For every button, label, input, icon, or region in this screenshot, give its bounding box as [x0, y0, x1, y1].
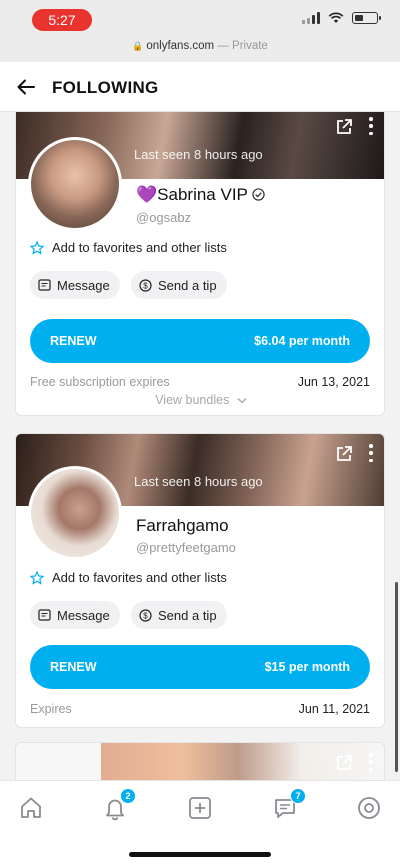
signal-icon — [302, 12, 320, 24]
verified-icon — [252, 188, 265, 201]
lock-icon: 🔒 — [132, 41, 144, 51]
bundles-label: View bundles — [155, 393, 230, 407]
creator-name[interactable]: 💜Sabrina VIP — [136, 185, 265, 205]
dollar-icon: $ — [139, 608, 152, 622]
back-arrow-icon[interactable] — [16, 77, 36, 97]
tip-label: Send a tip — [158, 607, 217, 623]
page-header: FOLLOWING — [0, 62, 400, 112]
more-options-icon[interactable] — [368, 444, 374, 462]
private-mode-label: Private — [232, 40, 268, 52]
creator-handle[interactable]: @ogsabz — [136, 210, 191, 225]
status-bar: 5:27 — [0, 0, 400, 36]
message-icon — [38, 608, 51, 621]
more-options-icon[interactable] — [368, 117, 374, 135]
creator-name-text: 💜Sabrina VIP — [136, 185, 248, 204]
following-list[interactable]: Last seen 8 hours ago 💜Sabrina VIP @ogsa… — [0, 112, 400, 780]
share-icon[interactable] — [334, 444, 354, 464]
favorites-label: Add to favorites and other lists — [52, 570, 227, 585]
message-icon — [38, 278, 51, 291]
url-bar[interactable]: 🔒 onlyfans.com — Private — [0, 36, 400, 60]
status-icons — [302, 12, 381, 24]
messages-tab[interactable]: 7 — [271, 788, 306, 822]
plus-square-icon[interactable] — [186, 794, 214, 822]
expire-date: Jun 11, 2021 — [298, 702, 370, 716]
home-icon[interactable] — [17, 794, 45, 822]
last-seen-text: Last seen 8 hours ago — [134, 147, 263, 162]
share-icon[interactable] — [334, 753, 354, 773]
battery-icon — [352, 12, 381, 24]
subscription-card: Last seen 8 hours ago Farrahgamo @pretty… — [15, 433, 385, 728]
price-label: $6.04 per month — [254, 334, 350, 348]
send-tip-button[interactable]: $ Send a tip — [131, 601, 227, 629]
last-seen-text: Last seen 8 hours ago — [134, 474, 263, 489]
svg-text:$: $ — [143, 281, 148, 290]
star-icon — [30, 240, 44, 255]
renew-button[interactable]: RENEW $15 per month — [30, 645, 370, 689]
add-to-favorites[interactable]: Add to favorites and other lists — [30, 570, 227, 585]
expiration-row: Expires Jun 11, 2021 — [30, 702, 370, 716]
notifications-tab[interactable]: 2 — [101, 788, 136, 822]
message-button[interactable]: Message — [30, 601, 120, 629]
price-label: $15 per month — [264, 660, 350, 674]
url-separator: — — [214, 40, 233, 52]
creator-handle[interactable]: @prettyfeetgamo — [136, 540, 236, 555]
message-button[interactable]: Message — [30, 271, 120, 299]
expire-label: Expires — [30, 702, 72, 716]
avatar[interactable] — [28, 466, 122, 560]
message-label: Message — [57, 607, 110, 623]
creator-name[interactable]: Farrahgamo — [136, 516, 229, 536]
dollar-icon: $ — [139, 278, 152, 292]
message-label: Message — [57, 277, 110, 293]
svg-text:$: $ — [143, 611, 148, 620]
more-options-icon[interactable] — [368, 753, 374, 771]
view-bundles-link[interactable]: View bundles — [16, 393, 384, 407]
expire-date: Jun 13, 2021 — [297, 375, 370, 389]
scrollbar[interactable] — [395, 582, 398, 772]
send-tip-button[interactable]: $ Send a tip — [131, 271, 227, 299]
home-indicator — [129, 852, 271, 857]
cover-image — [16, 743, 384, 780]
notifications-badge: 2 — [120, 788, 136, 804]
share-icon[interactable] — [334, 117, 354, 137]
subscription-card — [15, 742, 385, 780]
url-text: onlyfans.com — [146, 40, 215, 52]
messages-badge: 7 — [290, 788, 306, 804]
page-title: FOLLOWING — [52, 78, 159, 97]
tip-label: Send a tip — [158, 277, 217, 293]
renew-label: RENEW — [50, 660, 97, 674]
add-to-favorites[interactable]: Add to favorites and other lists — [30, 240, 227, 255]
renew-button[interactable]: RENEW $6.04 per month — [30, 319, 370, 363]
renew-label: RENEW — [50, 334, 97, 348]
star-icon — [30, 570, 44, 585]
chevron-down-icon — [237, 398, 247, 404]
status-time: 5:27 — [32, 9, 92, 31]
wifi-icon — [328, 12, 344, 23]
expire-label: Free subscription expires — [30, 375, 170, 389]
favorites-label: Add to favorites and other lists — [52, 240, 227, 255]
avatar[interactable] — [28, 137, 122, 231]
profile-icon[interactable] — [355, 794, 383, 822]
expiration-row: Free subscription expires Jun 13, 2021 — [30, 375, 370, 389]
subscription-card: Last seen 8 hours ago 💜Sabrina VIP @ogsa… — [15, 112, 385, 416]
